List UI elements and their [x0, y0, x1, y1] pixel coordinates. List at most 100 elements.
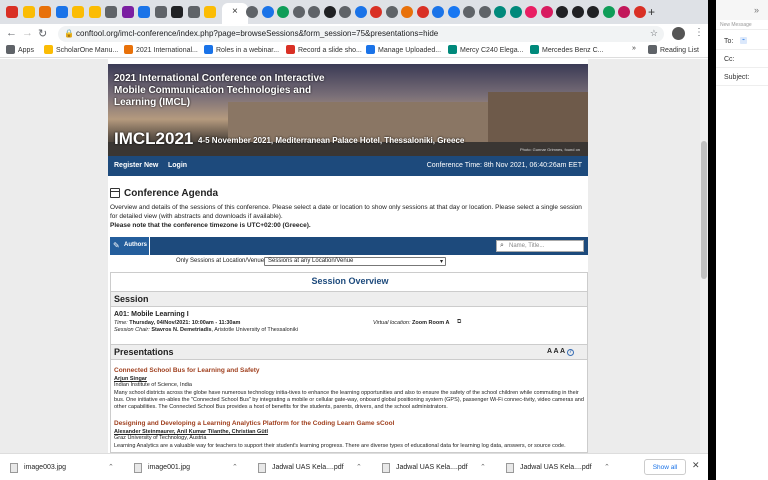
lock-icon[interactable]: 🔒: [64, 29, 74, 38]
tab-favicon[interactable]: [385, 6, 398, 18]
chair-label: Session Chair:: [114, 327, 150, 333]
address-bar[interactable]: 🔒 conftool.org/imcl-conference/index.php…: [58, 26, 664, 42]
register-link[interactable]: Register New: [114, 162, 158, 169]
search-input[interactable]: ⌕ Name, Title...: [496, 240, 584, 252]
divider: [716, 49, 768, 50]
tab-favicon[interactable]: [618, 6, 630, 18]
tab-favicon[interactable]: [509, 6, 522, 18]
close-icon[interactable]: ×: [232, 6, 238, 17]
tab-favicon[interactable]: [432, 6, 444, 18]
divider: [716, 67, 768, 68]
presentations-header: Presentations A A A ?: [111, 344, 587, 360]
tab-favicon[interactable]: [246, 6, 258, 18]
chevron-up-icon[interactable]: ⌃: [232, 463, 238, 471]
bookmark-item[interactable]: Manage Uploaded...: [366, 45, 441, 54]
chevron-up-icon[interactable]: ⌃: [108, 463, 114, 471]
new-tab-icon[interactable]: +: [648, 5, 655, 19]
bookmark-item[interactable]: Record a slide sho...: [286, 45, 362, 54]
bookmark-item[interactable]: 2021 International...: [124, 45, 198, 54]
chevron-up-icon[interactable]: ⌃: [480, 463, 486, 471]
bookmark-item[interactable]: Mercy C240 Elega...: [448, 45, 523, 54]
menu-icon[interactable]: ⋮: [694, 27, 704, 38]
bookmark-item[interactable]: Mercedes Benz C...: [530, 45, 603, 54]
scrollbar-thumb[interactable]: [701, 141, 707, 279]
tab-favicon[interactable]: [540, 6, 553, 18]
profile-avatar[interactable]: [672, 27, 685, 40]
tab-favicon[interactable]: [323, 6, 336, 18]
bookmark-item[interactable]: »: [632, 45, 636, 52]
tab-favicon[interactable]: [88, 6, 101, 18]
tab-favicon[interactable]: [154, 6, 167, 18]
page-scrollbar[interactable]: [700, 59, 708, 453]
close-downloads-icon[interactable]: ✕: [692, 460, 700, 471]
tab-favicon[interactable]: [105, 6, 117, 18]
tab-favicon[interactable]: [478, 6, 491, 18]
mail-cc-label[interactable]: Cc:: [724, 56, 735, 63]
paper-title[interactable]: Connected School Bus for Learning and Sa…: [114, 367, 584, 374]
bookmark-label: Mercedes Benz C...: [542, 47, 604, 54]
font-size-buttons[interactable]: A A A: [547, 348, 565, 355]
tab-favicon[interactable]: [171, 6, 183, 18]
mail-to-input[interactable]: ⌁: [740, 37, 747, 44]
show-all-downloads-button[interactable]: Show all: [644, 459, 686, 475]
tab-favicon[interactable]: [277, 6, 289, 18]
tab-favicon[interactable]: [401, 6, 413, 18]
tab-favicon[interactable]: [525, 6, 537, 18]
tab-favicon[interactable]: [602, 6, 615, 18]
location-select[interactable]: Sessions at any Location/Venue ▾: [264, 257, 446, 266]
authors-tab[interactable]: ✎ Authors: [110, 237, 150, 255]
bookmark-label: Apps: [18, 47, 34, 54]
tab-favicon[interactable]: [571, 6, 584, 18]
back-icon[interactable]: ←: [6, 27, 17, 39]
info-icon[interactable]: ?: [566, 349, 574, 356]
bookmark-item[interactable]: Roles in a webinar...: [204, 45, 279, 54]
tab-favicon[interactable]: [6, 6, 18, 18]
tab-favicon[interactable]: [339, 6, 351, 18]
tab-favicon[interactable]: [416, 6, 429, 18]
tab-favicon[interactable]: [354, 6, 367, 18]
tab-favicon[interactable]: [308, 6, 320, 18]
tab-favicon[interactable]: [587, 6, 599, 18]
bookmark-item[interactable]: Reading List: [648, 45, 699, 54]
tab-favicon[interactable]: [72, 6, 84, 18]
chevron-up-icon[interactable]: ⌃: [356, 463, 362, 471]
tab-favicon[interactable]: [204, 6, 216, 18]
tab-favicon[interactable]: [447, 6, 460, 18]
tab-favicon[interactable]: [463, 6, 475, 18]
expand-icon[interactable]: »: [754, 5, 759, 15]
agenda-description: Overview and details of the sessions of …: [110, 204, 582, 220]
download-item[interactable]: Jadwal UAS Kela....pdf ⌃: [376, 459, 494, 477]
url-text[interactable]: conftool.org/imcl-conference/index.php?p…: [76, 29, 438, 38]
bookmark-star-icon[interactable]: ☆: [650, 28, 658, 39]
tab-favicon[interactable]: [292, 6, 305, 18]
download-item[interactable]: Jadwal UAS Kela....pdf ⌃: [500, 459, 618, 477]
download-item[interactable]: image001.jpg ⌃: [128, 459, 246, 477]
tab-favicon[interactable]: [556, 6, 568, 18]
login-link[interactable]: Login: [168, 162, 187, 169]
tab-favicon[interactable]: [138, 6, 150, 18]
forward-icon[interactable]: →: [22, 27, 33, 39]
mail-subject-label[interactable]: Subject:: [724, 74, 749, 81]
bookmark-label: Manage Uploaded...: [378, 47, 442, 54]
pen-icon: ✎: [113, 241, 120, 250]
download-item[interactable]: image003.jpg ⌃: [4, 459, 122, 477]
tab-favicon[interactable]: [121, 6, 134, 18]
tab-favicon[interactable]: [494, 6, 506, 18]
tab-favicon[interactable]: [187, 6, 200, 18]
paper-title[interactable]: Designing and Developing a Learning Anal…: [114, 420, 584, 427]
page-viewport: 2021 International Conference on Interac…: [0, 59, 700, 453]
tab-favicon[interactable]: [370, 6, 382, 18]
file-icon: [10, 463, 18, 473]
tab-favicon[interactable]: [22, 6, 35, 18]
reload-icon[interactable]: ↻: [38, 27, 47, 40]
external-link-icon[interactable]: ⧉: [457, 319, 461, 326]
bookmark-item[interactable]: Apps: [6, 45, 34, 54]
tab-favicon[interactable]: [633, 6, 646, 18]
download-item[interactable]: Jadwal UAS Kela....pdf ⌃: [252, 459, 370, 477]
tab-favicon[interactable]: [39, 6, 51, 18]
tab-favicon[interactable]: [261, 6, 274, 18]
bookmark-item[interactable]: ScholarOne Manu...: [44, 45, 118, 54]
font-size-controls[interactable]: A A A ?: [547, 348, 574, 356]
chevron-up-icon[interactable]: ⌃: [604, 463, 610, 471]
tab-favicon[interactable]: [55, 6, 68, 18]
